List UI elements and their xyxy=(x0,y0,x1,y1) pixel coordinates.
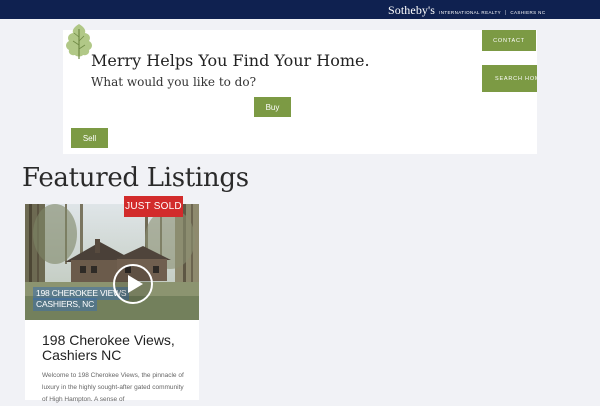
tree-icon xyxy=(66,24,92,59)
search-homes-button[interactable]: SEARCH HOMES xyxy=(482,65,537,92)
top-header-bar: Sotheby's INTERNATIONAL REALTY | CASHIER… xyxy=(0,0,600,19)
brand-subtitle: INTERNATIONAL REALTY xyxy=(439,10,502,15)
photo-caption-city: CASHIERS, NC xyxy=(33,298,98,311)
brand-name: Sotheby's xyxy=(388,3,436,17)
brand-separator: | xyxy=(505,10,507,16)
chat-assistant-panel xyxy=(63,30,537,154)
buy-button[interactable]: Buy xyxy=(254,97,291,117)
brand-location: CASHIERS NC xyxy=(510,10,546,15)
featured-listings-heading: Featured Listings xyxy=(22,163,249,193)
sell-button[interactable]: Sell xyxy=(71,128,108,148)
listing-description: Welcome to 198 Cherokee Views, the pinna… xyxy=(42,372,184,403)
listing-title[interactable]: 198 Cherokee Views, Cashiers NC xyxy=(42,333,192,363)
brand-logo[interactable]: Sotheby's INTERNATIONAL REALTY | CASHIER… xyxy=(388,3,545,18)
chat-title: Merry Helps You Find Your Home. xyxy=(91,51,370,70)
just-sold-badge: JUST SOLD xyxy=(124,196,183,217)
chat-subtitle: What would you like to do? xyxy=(91,75,257,89)
play-icon[interactable] xyxy=(112,263,154,305)
contact-button[interactable]: CONTACT xyxy=(482,30,536,51)
